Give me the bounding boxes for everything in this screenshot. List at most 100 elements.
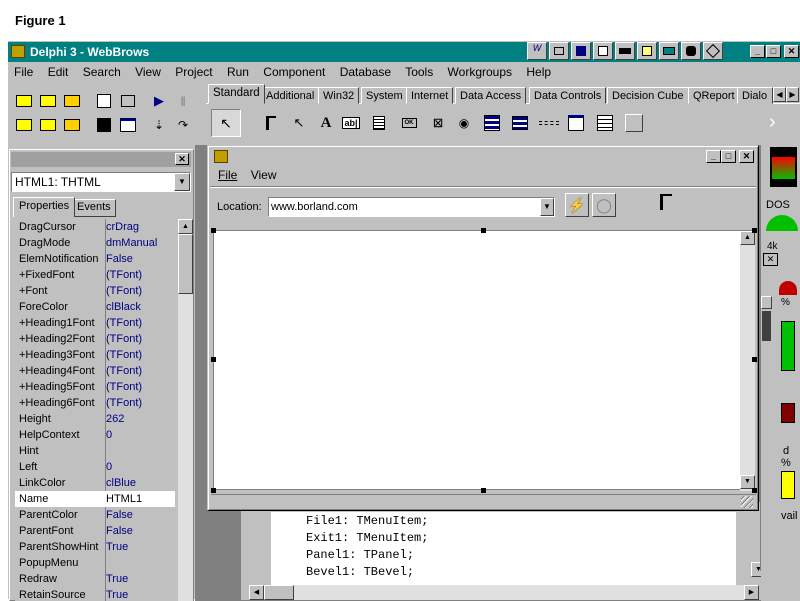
right-panel-vscroll[interactable] [760, 296, 772, 571]
view-form-icon[interactable] [118, 91, 138, 111]
menu-project[interactable]: Project [175, 65, 212, 79]
form-menu-view[interactable]: View [251, 168, 277, 182]
popupmenu-component-icon[interactable]: ↖ [289, 113, 309, 133]
menu-component[interactable]: Component [263, 65, 325, 79]
property-value[interactable]: 0 [106, 427, 112, 443]
property-row[interactable]: +Font (TFont) [15, 283, 175, 299]
property-value[interactable]: True [106, 571, 128, 587]
tool-icon-1[interactable]: W [527, 42, 547, 60]
property-row[interactable]: +FixedFont (TFont) [15, 267, 175, 283]
tool-icon-5[interactable] [615, 42, 635, 60]
pause-icon[interactable]: ‖ [173, 91, 193, 111]
property-value[interactable]: (TFont) [106, 267, 142, 283]
selection-handle-tl[interactable] [211, 228, 216, 233]
property-row[interactable]: +Heading2Font (TFont) [15, 331, 175, 347]
property-row[interactable]: Name HTML1 [15, 491, 175, 507]
form-minimize-button[interactable]: _ [706, 150, 721, 163]
tab-qreport[interactable]: QReport [688, 87, 740, 104]
property-row[interactable]: Height 262 [15, 411, 175, 427]
property-value[interactable]: (TFont) [106, 315, 142, 331]
selection-handle-mr[interactable] [752, 357, 757, 362]
tool-icon-6[interactable] [637, 42, 657, 60]
tool-icon-3[interactable] [571, 42, 591, 60]
selection-handle-tr[interactable] [752, 228, 757, 233]
inspector-scroll-up[interactable]: ▲ [178, 219, 193, 234]
inspector-close-button[interactable]: ✕ [175, 153, 189, 165]
property-row[interactable]: ParentShowHint True [15, 539, 175, 555]
property-value[interactable]: HTML1 [106, 491, 142, 507]
property-value[interactable]: (TFont) [106, 347, 142, 363]
tool-icon-4[interactable] [593, 42, 613, 60]
menu-tools[interactable]: Tools [405, 65, 433, 79]
button-component-icon[interactable]: OK [399, 113, 419, 133]
menu-edit[interactable]: Edit [48, 65, 69, 79]
property-value[interactable]: (TFont) [106, 379, 142, 395]
property-row[interactable]: ParentColor False [15, 507, 175, 523]
palette-scroll-left[interactable]: ◀ [773, 87, 786, 102]
view-unit-icon[interactable] [94, 91, 114, 111]
inspector-scrollbar[interactable]: ▲ [178, 219, 193, 601]
property-row[interactable]: DragMode dmManual [15, 235, 175, 251]
maximize-button[interactable]: □ [766, 45, 781, 58]
groupbox-component-icon[interactable] [566, 113, 586, 133]
tool-icon-9[interactable] [703, 42, 723, 60]
menu-workgroups[interactable]: Workgroups [448, 65, 512, 79]
trace-into-icon[interactable]: ⇣ [149, 115, 169, 135]
add-file-icon[interactable] [62, 115, 82, 135]
palette-more-icon[interactable]: › [769, 111, 776, 134]
form-maximize-button[interactable]: □ [721, 150, 736, 163]
property-row[interactable]: +Heading5Font (TFont) [15, 379, 175, 395]
selection-handle-bm[interactable] [481, 488, 486, 493]
run-icon[interactable]: ▶ [149, 91, 169, 111]
selection-handle-tm[interactable] [481, 228, 486, 233]
menu-file[interactable]: File [14, 65, 33, 79]
tool-icon-7[interactable] [659, 42, 679, 60]
property-row[interactable]: Hint [15, 443, 175, 459]
tab-internet[interactable]: Internet [406, 87, 454, 104]
edit-component-icon[interactable]: ab| [341, 113, 361, 133]
tab-data-access[interactable]: Data Access [455, 87, 527, 104]
form-close-button[interactable]: ✕ [739, 150, 754, 163]
radiogroup-component-icon[interactable] [595, 113, 615, 133]
property-value[interactable]: False [106, 523, 133, 539]
tab-dialogs[interactable]: Dialo [737, 87, 773, 104]
property-row[interactable]: Left 0 [15, 459, 175, 475]
tab-win32[interactable]: Win32 [318, 87, 360, 104]
step-over-icon[interactable]: ↷ [173, 115, 193, 135]
property-row[interactable]: +Heading3Font (TFont) [15, 347, 175, 363]
object-selector-dropdown[interactable]: ▼ [174, 173, 190, 191]
open-project-icon[interactable] [14, 91, 34, 111]
property-value[interactable]: (TFont) [106, 283, 142, 299]
property-row[interactable]: ForeColor clBlack [15, 299, 175, 315]
toggle-form-unit-icon[interactable] [94, 115, 114, 135]
property-row[interactable]: +Heading1Font (TFont) [15, 315, 175, 331]
property-row[interactable]: HelpContext 0 [15, 427, 175, 443]
selection-handle-bl[interactable] [211, 488, 216, 493]
property-value[interactable]: crDrag [106, 219, 139, 235]
tab-data-controls[interactable]: Data Controls [529, 87, 607, 104]
checkbox-component-icon[interactable]: ☒ [428, 113, 448, 133]
mainmenu-component-icon[interactable] [261, 113, 281, 133]
property-value[interactable]: clBlack [106, 299, 141, 315]
label-component-icon[interactable]: A [316, 113, 336, 133]
go-button[interactable]: ⚡ [565, 193, 589, 217]
property-value[interactable]: 262 [106, 411, 124, 427]
panel-component-icon[interactable] [624, 113, 644, 133]
property-row[interactable]: ParentFont False [15, 523, 175, 539]
property-row[interactable]: RetainSource True [15, 587, 175, 601]
tab-events[interactable]: Events [72, 199, 116, 217]
menu-run[interactable]: Run [227, 65, 249, 79]
tool-icon-2[interactable] [549, 42, 569, 60]
tool-icon-8[interactable] [681, 42, 701, 60]
property-value[interactable]: dmManual [106, 235, 157, 251]
property-value[interactable]: False [106, 251, 133, 267]
menu-help[interactable]: Help [526, 65, 551, 79]
property-row[interactable]: +Heading4Font (TFont) [15, 363, 175, 379]
property-value[interactable]: clBlue [106, 475, 136, 491]
html-viewer[interactable]: ▲ ▼ [213, 230, 755, 491]
location-dropdown[interactable]: ▼ [540, 198, 554, 216]
palette-scroll-right[interactable]: ▶ [786, 87, 799, 102]
pointer-tool[interactable]: ↖ [211, 109, 241, 137]
code-editor-hscroll[interactable]: ◀ ▶ [249, 585, 759, 600]
selection-handle-br[interactable] [752, 488, 757, 493]
